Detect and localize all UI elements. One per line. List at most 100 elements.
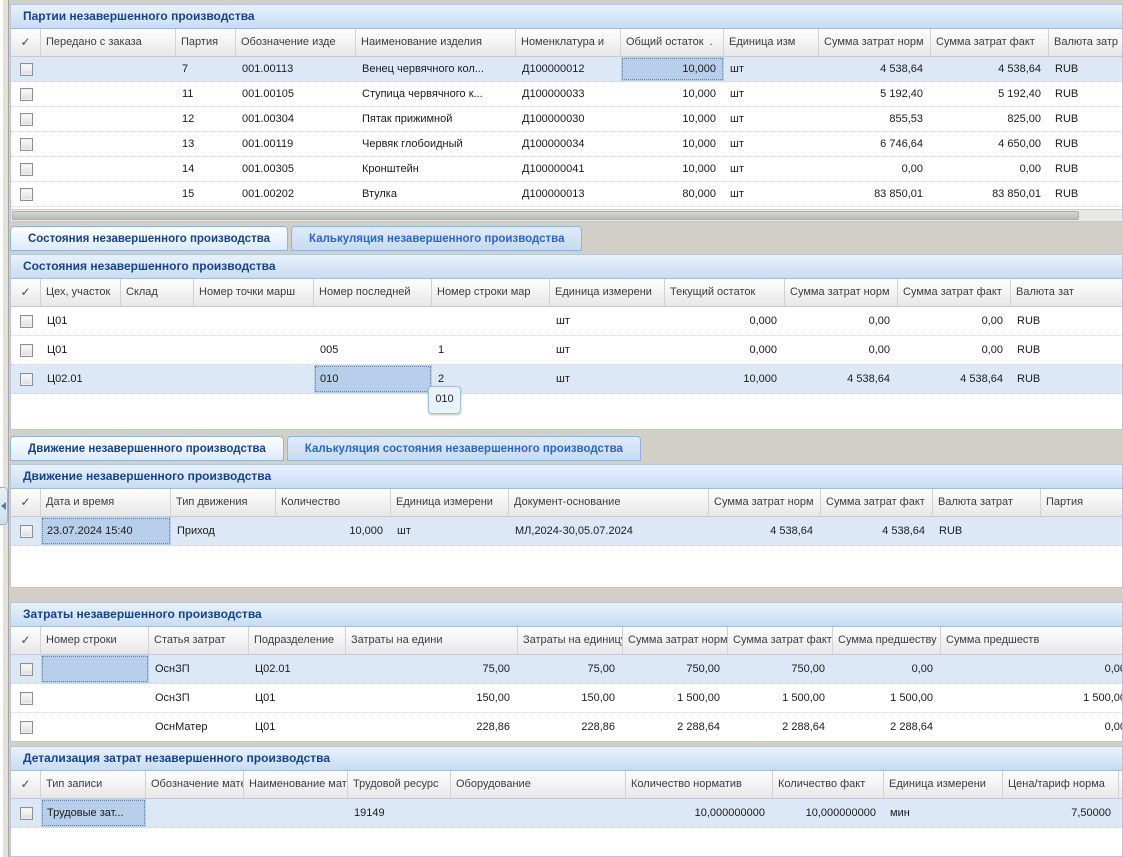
cell[interactable] — [194, 336, 314, 364]
cell[interactable]: Ц01 — [41, 307, 121, 335]
tab-calculation-wip[interactable]: Калькуляция незавершенного производства — [291, 226, 582, 251]
select-all-checkmark-icon[interactable]: ✓ — [11, 627, 41, 654]
cell[interactable]: 14 — [176, 157, 236, 181]
cell[interactable]: 001.00119 — [236, 132, 356, 156]
cell[interactable] — [41, 684, 149, 712]
cell[interactable]: 83 850,01 — [819, 182, 931, 206]
cell[interactable]: шт — [391, 517, 509, 545]
cell[interactable]: RUB — [1049, 132, 1123, 156]
cell[interactable] — [41, 107, 176, 131]
cell[interactable]: RUB — [933, 517, 1041, 545]
cell[interactable] — [41, 655, 149, 683]
cell[interactable]: шт — [724, 107, 819, 131]
column-header[interactable]: Сумма предшеств — [941, 627, 1123, 654]
cell[interactable]: 825,00 — [931, 107, 1049, 131]
cell[interactable]: 0,00 — [898, 336, 1011, 364]
column-header[interactable]: Общий остаток . — [621, 29, 724, 56]
column-header[interactable]: Единица измерени — [391, 489, 509, 516]
column-header[interactable]: Текущий остаток — [665, 279, 785, 306]
cell[interactable]: 150,00 — [518, 684, 623, 712]
column-header[interactable]: Сумма затрат норм — [819, 29, 931, 56]
cell[interactable]: Червяк глобоидный — [356, 132, 516, 156]
table-row[interactable]: Ц010051шт0,0000,000,00RUB — [11, 336, 1122, 365]
cell[interactable]: Д100000041 — [516, 157, 621, 181]
cell[interactable]: RUB — [1011, 307, 1123, 335]
cell[interactable]: 10,000 — [276, 517, 391, 545]
cell[interactable] — [244, 799, 348, 827]
cell[interactable]: мин — [884, 799, 1003, 827]
table-row[interactable]: 12001.00304Пятак прижимнойД10000003010,0… — [11, 107, 1122, 132]
cell[interactable]: 10,000000000 — [626, 799, 773, 827]
cell[interactable]: 4 538,64 — [931, 57, 1049, 81]
cell[interactable] — [121, 336, 194, 364]
row-checkbox[interactable] — [20, 525, 33, 538]
cell[interactable]: 228,86 — [518, 713, 623, 741]
cell[interactable] — [41, 157, 176, 181]
splitter-collapse-handle[interactable] — [0, 487, 8, 525]
cell[interactable]: 10,000 — [621, 82, 724, 106]
cell[interactable]: Ц02.01 — [41, 365, 121, 393]
cell[interactable]: 0,00 — [819, 157, 931, 181]
cell[interactable]: 10,000 — [665, 365, 785, 393]
cell[interactable] — [41, 82, 176, 106]
cell[interactable]: 75,00 — [346, 655, 518, 683]
cell[interactable]: шт — [724, 157, 819, 181]
column-header[interactable]: Сумма затрат факт — [931, 29, 1049, 56]
table-row[interactable]: Трудовые зат... 19149 10,00000000010,00000… — [11, 799, 1122, 828]
row-checkbox[interactable] — [20, 138, 33, 151]
column-header[interactable]: Сумма затрат норм — [623, 627, 728, 654]
column-header[interactable]: Единица изм — [724, 29, 819, 56]
table-row[interactable]: 11001.00105Ступица червячного к...Д10000… — [11, 82, 1122, 107]
cell[interactable]: 4 538,64 — [898, 365, 1011, 393]
cell[interactable]: 1 500,00 — [941, 684, 1123, 712]
column-header[interactable]: Склад — [121, 279, 194, 306]
cell[interactable]: 150,00 — [346, 684, 518, 712]
scrollbar-thumb[interactable] — [12, 211, 1079, 220]
cell[interactable]: 4 650,00 — [931, 132, 1049, 156]
column-header[interactable]: Единица измерени — [884, 771, 1003, 798]
tab-calculation-state[interactable]: Калькуляция состояния незавершенного про… — [287, 436, 641, 461]
cell[interactable] — [1041, 517, 1123, 545]
column-header[interactable]: Валюта затрат — [933, 489, 1041, 516]
cell[interactable]: 005 — [314, 336, 432, 364]
column-header[interactable]: Количество факт — [773, 771, 884, 798]
column-header[interactable]: Затраты на единицу — [518, 627, 623, 654]
cell[interactable] — [451, 799, 626, 827]
select-all-checkmark-icon[interactable]: ✓ — [11, 279, 41, 306]
select-all-checkmark-icon[interactable]: ✓ — [11, 29, 41, 56]
row-checkbox[interactable] — [20, 188, 33, 201]
cell[interactable]: 75,00 — [518, 655, 623, 683]
cell[interactable]: 001.00113 — [236, 57, 356, 81]
cell[interactable]: Втулка — [356, 182, 516, 206]
cell[interactable]: Трудовые зат... — [41, 799, 146, 827]
cell[interactable]: 010 — [314, 365, 432, 393]
cell[interactable] — [194, 307, 314, 335]
cell[interactable]: Ц01 — [249, 684, 346, 712]
cell[interactable]: 10,000000000 — [773, 799, 884, 827]
table-row[interactable]: 15001.00202ВтулкаД10000001380,000шт83 85… — [11, 182, 1122, 207]
cell[interactable]: 19149 — [348, 799, 451, 827]
row-checkbox[interactable] — [20, 163, 33, 176]
column-header[interactable]: Документ-основание — [509, 489, 709, 516]
cell[interactable]: RUB — [1049, 182, 1123, 206]
cell[interactable]: 0,00 — [785, 336, 898, 364]
cell[interactable]: 10,000 — [621, 132, 724, 156]
column-header[interactable]: Сумма затрат норм — [709, 489, 821, 516]
cell[interactable]: 750,00 — [728, 655, 833, 683]
cell[interactable]: 0,000 — [665, 307, 785, 335]
column-header[interactable]: Цех, участок — [41, 279, 121, 306]
cell[interactable]: RUB — [1049, 107, 1123, 131]
cell[interactable]: 0,00 — [941, 655, 1123, 683]
cell[interactable]: 4 538,64 — [709, 517, 821, 545]
row-checkbox[interactable] — [20, 663, 33, 676]
column-header[interactable]: Номер строки — [41, 627, 149, 654]
cell[interactable]: 2 288,64 — [623, 713, 728, 741]
table-row[interactable]: Ц02.010102шт10,0004 538,644 538,64RUB — [11, 365, 1122, 394]
row-checkbox[interactable] — [20, 721, 33, 734]
cell[interactable]: 0,00 — [833, 655, 941, 683]
cell[interactable]: 15 — [176, 182, 236, 206]
column-header[interactable]: Подразделение — [249, 627, 346, 654]
row-checkbox[interactable] — [20, 315, 33, 328]
cell[interactable]: Д100000030 — [516, 107, 621, 131]
row-checkbox[interactable] — [20, 88, 33, 101]
